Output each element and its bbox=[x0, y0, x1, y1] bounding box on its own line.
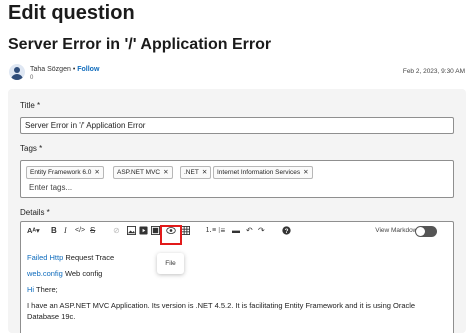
content-line: Database 19c. bbox=[27, 312, 76, 321]
remove-tag-icon[interactable]: ✕ bbox=[303, 169, 308, 176]
remove-tag-icon[interactable]: ✕ bbox=[202, 169, 207, 176]
table-icon[interactable] bbox=[181, 226, 190, 235]
title-label: Title * bbox=[20, 101, 41, 110]
tags-placeholder[interactable]: Enter tags... bbox=[29, 183, 72, 192]
tags-input-box[interactable]: Entity Framework 6.0 ✕ ASP.NET MVC ✕ .NET ✕… bbox=[20, 160, 454, 198]
title-input[interactable] bbox=[20, 117, 454, 134]
numbered-list-icon[interactable]: ⒈≡ bbox=[205, 226, 216, 236]
redo-icon[interactable]: ↷ bbox=[258, 226, 265, 236]
follow-link[interactable]: Follow bbox=[77, 66, 99, 73]
author-name[interactable]: Taha Sözgen bbox=[30, 66, 71, 73]
bulleted-list-icon[interactable]: ⁝≡ bbox=[218, 226, 225, 236]
tag-chip: .NET ✕ bbox=[180, 166, 212, 179]
font-size-icon[interactable]: Aᴬ▾ bbox=[27, 226, 40, 236]
toggle-knob bbox=[416, 227, 425, 236]
tag-chip: ASP.NET MVC ✕ bbox=[113, 166, 173, 179]
file-tooltip: File bbox=[157, 253, 184, 274]
author-reputation: 0 bbox=[30, 75, 34, 81]
content-link[interactable]: web.config bbox=[27, 269, 63, 278]
link-icon[interactable]: ⊘ bbox=[113, 226, 120, 236]
details-label: Details * bbox=[20, 208, 50, 217]
tag-label: Entity Framework 6.0 bbox=[30, 169, 92, 176]
help-icon[interactable]: ? bbox=[282, 226, 291, 235]
question-title: Server Error in '/' Application Error bbox=[8, 36, 272, 53]
post-date: Feb 2, 2023, 9:30 AM bbox=[402, 68, 465, 75]
embed-icon[interactable] bbox=[151, 226, 160, 235]
editor-toolbar: Aᴬ▾ B I </> S ⊘ ⒈≡ ⁝≡ ▬ ↶ ↷ ? View Markd… bbox=[21, 222, 453, 240]
tag-label: ASP.NET MVC bbox=[117, 169, 161, 176]
page-title: Edit question bbox=[8, 2, 135, 24]
strikethrough-icon[interactable]: S bbox=[90, 226, 95, 236]
undo-icon[interactable]: ↶ bbox=[246, 226, 253, 236]
author-line: Taha Sözgen • Follow bbox=[30, 66, 99, 73]
author-separator: • bbox=[72, 66, 76, 73]
content-line: Hi There; bbox=[27, 285, 58, 294]
content-line: web.config Web config bbox=[27, 269, 103, 278]
tag-label: .NET bbox=[184, 169, 199, 176]
avatar[interactable] bbox=[9, 64, 25, 80]
video-icon[interactable] bbox=[139, 226, 148, 235]
remove-tag-icon[interactable]: ✕ bbox=[163, 169, 168, 176]
code-icon[interactable]: </> bbox=[75, 226, 85, 236]
view-markdown-toggle[interactable] bbox=[415, 226, 437, 237]
italic-icon[interactable]: I bbox=[64, 226, 67, 236]
tag-label: Internet Information Services bbox=[217, 169, 301, 176]
tag-chip: Entity Framework 6.0 ✕ bbox=[26, 166, 104, 179]
tag-chip: Internet Information Services ✕ bbox=[213, 166, 313, 179]
content-link[interactable]: Failed Http bbox=[27, 253, 63, 262]
image-icon[interactable] bbox=[127, 226, 136, 235]
content-line: Failed Http Request Trace bbox=[27, 253, 115, 262]
content-line: I have an ASP.NET MVC Application. Its v… bbox=[27, 301, 416, 310]
tags-label: Tags * bbox=[20, 144, 43, 153]
remove-tag-icon[interactable]: ✕ bbox=[94, 169, 99, 176]
bold-icon[interactable]: B bbox=[51, 226, 57, 236]
horizontal-rule-icon[interactable]: ▬ bbox=[232, 226, 240, 236]
file-button-highlight bbox=[160, 225, 182, 245]
svg-text:?: ? bbox=[285, 228, 289, 235]
rich-text-editor[interactable]: Aᴬ▾ B I </> S ⊘ ⒈≡ ⁝≡ ▬ ↶ ↷ ? View Markd… bbox=[20, 221, 454, 333]
